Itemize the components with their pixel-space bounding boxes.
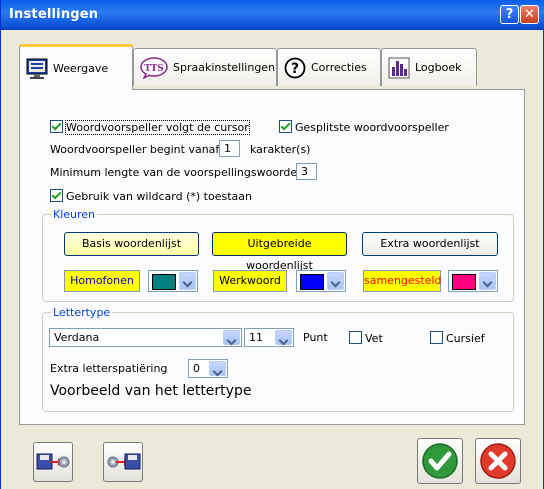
start-from-label: Woordvoorspeller begint vanaf (50, 143, 220, 156)
homofonen-color-swatch (152, 274, 176, 290)
start-from-input[interactable]: 1 (219, 140, 240, 157)
font-size-value: 11 (249, 331, 263, 344)
werkwoord-label: Werkwoord (213, 270, 287, 292)
font-family-value: Verdana (54, 331, 100, 344)
italic-label: Cursief (446, 332, 485, 345)
wildcard-option[interactable]: Gebruik van wildcard (*) toestaan (50, 189, 252, 203)
bold-label: Vet (365, 332, 383, 345)
tts-icon: TTS (140, 56, 168, 79)
colors-group-label: Kleuren (51, 208, 98, 221)
wildcard-checkbox[interactable] (50, 189, 63, 202)
follow-cursor-label: Woordvoorspeller volgt de cursor (65, 120, 250, 135)
font-preview-text: Voorbeeld van het lettertype (50, 383, 252, 399)
split-predictor-label: Gesplitste woordvoorspeller (295, 121, 449, 134)
load-settings-icon (107, 453, 141, 470)
ok-check-icon (422, 443, 458, 479)
window-title: Instellingen (9, 7, 99, 22)
tab-correcties-label: Correcties (311, 61, 367, 74)
samengesteld-color-swatch (452, 274, 476, 290)
font-size-unit: Punt (303, 331, 328, 344)
help-button[interactable]: ? (500, 5, 519, 24)
basis-woordenlijst-button[interactable]: Basis woordenlijst (64, 232, 199, 256)
chevron-down-icon[interactable] (479, 272, 496, 290)
spacing-label: Extra letterspatiëring (50, 362, 168, 375)
tab-spraakinstellingen[interactable]: TTS Spraakinstellingen (133, 48, 277, 86)
bold-checkbox[interactable] (349, 331, 362, 344)
weergave-panel: Woordvoorspeller volgt de cursor Gesplit… (19, 89, 525, 425)
cancel-x-icon (480, 443, 516, 479)
uitgebreide-woordenlijst-button[interactable]: Uitgebreide woordenlijst (212, 232, 347, 272)
font-size-select[interactable]: 11 (244, 328, 294, 347)
tab-weergave-label: Weergave (53, 62, 109, 75)
bar-chart-icon (388, 57, 410, 78)
settings-window: Instellingen ? ✕ Weergave TTS Spraakinst… (0, 0, 544, 489)
wildcard-label: Gebruik van wildcard (*) toestaan (66, 190, 252, 203)
bold-option[interactable]: Vet (349, 331, 383, 345)
chevron-down-icon[interactable] (275, 330, 292, 345)
save-settings-button[interactable] (33, 442, 73, 482)
chevron-down-icon[interactable] (327, 272, 344, 290)
close-button[interactable]: ✕ (520, 5, 539, 24)
samengesteld-color-select[interactable] (448, 270, 498, 292)
tab-logboek-label: Logboek (415, 61, 462, 74)
question-icon: ? (284, 57, 306, 78)
spacing-value: 0 (193, 362, 200, 375)
werkwoord-color-select[interactable] (296, 270, 346, 292)
svg-text:?: ? (291, 61, 299, 77)
chevron-down-icon[interactable] (209, 361, 226, 376)
min-length-label: Minimum lengte van de voorspellingswoord… (50, 166, 312, 179)
tab-spraakinstellingen-label: Spraakinstellingen (173, 61, 276, 74)
cancel-button[interactable] (475, 438, 521, 484)
follow-cursor-option[interactable]: Woordvoorspeller volgt de cursor (50, 120, 250, 135)
min-length-input[interactable]: 3 (296, 163, 317, 180)
chevron-down-icon[interactable] (223, 330, 240, 345)
monitor-icon (26, 58, 48, 79)
tab-correcties[interactable]: ? Correcties (277, 48, 381, 86)
italic-checkbox[interactable] (430, 331, 443, 344)
split-predictor-checkbox[interactable] (279, 120, 292, 133)
samengesteld-label: samengesteld (363, 270, 442, 292)
tab-logboek[interactable]: Logboek (381, 48, 477, 86)
svg-text:TTS: TTS (144, 64, 164, 74)
start-from-unit: karakter(s) (250, 143, 311, 156)
werkwoord-color-swatch (300, 274, 324, 290)
font-group-label: Lettertype (51, 306, 113, 319)
split-predictor-option[interactable]: Gesplitste woordvoorspeller (279, 120, 449, 134)
ok-button[interactable] (417, 438, 463, 484)
tab-weergave[interactable]: Weergave (19, 44, 133, 90)
follow-cursor-checkbox[interactable] (50, 120, 63, 133)
chevron-down-icon[interactable] (179, 272, 196, 290)
homofonen-color-select[interactable] (148, 270, 198, 292)
extra-woordenlijst-button[interactable]: Extra woordenlijst (362, 232, 498, 256)
title-bar: Instellingen ? ✕ (1, 0, 544, 30)
homofonen-label: Homofonen (64, 270, 140, 292)
italic-option[interactable]: Cursief (430, 331, 485, 345)
load-settings-button[interactable] (103, 442, 143, 482)
spacing-select[interactable]: 0 (188, 359, 228, 378)
save-settings-icon (36, 453, 70, 470)
font-family-select[interactable]: Verdana (49, 328, 242, 347)
